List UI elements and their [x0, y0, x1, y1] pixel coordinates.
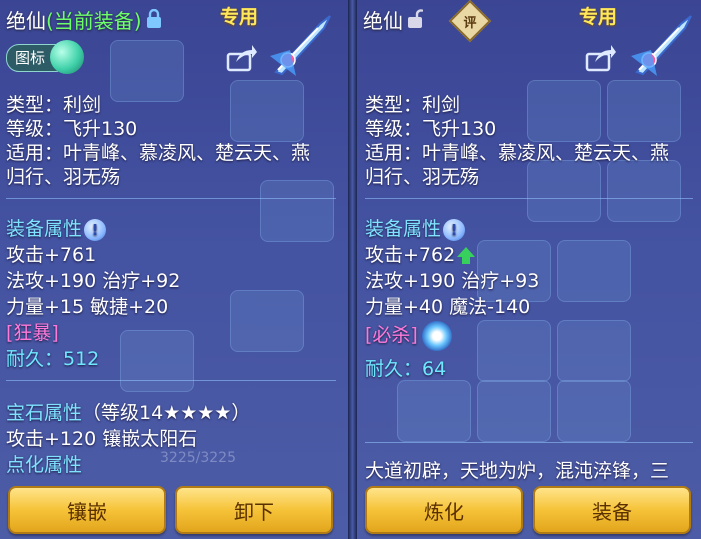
- level-line: 等级：飞升130: [6, 118, 138, 140]
- durability-line: 耐久：64: [365, 358, 447, 380]
- bg-slot: [557, 240, 631, 302]
- apply-line-2: 归行、羽无殇: [6, 166, 121, 188]
- left-item-panel: 3225/3225 绝仙 (当前装备) 专用 图标 类型：利剑 等级：飞升130 …: [0, 0, 348, 539]
- panel-divider: [348, 0, 357, 539]
- type-line: 类型：利剑: [365, 94, 461, 116]
- bg-slot: [527, 160, 601, 222]
- attr-header-label: 装备属性: [365, 218, 442, 240]
- gem-level: （等级14★★★★）: [82, 402, 251, 424]
- bg-hp-text: 3225/3225: [160, 450, 236, 466]
- bg-slot: [260, 180, 334, 242]
- attr-header: 装备属性!: [365, 214, 466, 241]
- magic-heal-line: 法攻+190 治疗+93: [365, 270, 540, 292]
- exclusive-badge: 专用: [579, 6, 618, 28]
- lock-icon[interactable]: [146, 8, 162, 29]
- item-title: 绝仙 (当前装备): [6, 4, 162, 34]
- refine-button[interactable]: 炼化: [365, 486, 523, 534]
- bg-slot: [557, 380, 631, 442]
- bg-slot: [120, 330, 194, 392]
- durability-line: 耐久：512: [6, 348, 100, 370]
- bg-slot: [607, 160, 681, 222]
- apply-line-1: 适用：叶青峰、慕凌风、楚云天、燕: [365, 142, 670, 164]
- type-line: 类型：利剑: [6, 94, 102, 116]
- remove-button[interactable]: 卸下: [175, 486, 333, 534]
- apply-line-2: 归行、羽无殇: [365, 166, 480, 188]
- magic-heal-line: 法攻+190 治疗+92: [6, 270, 181, 292]
- attr-header: 装备属性!: [6, 214, 107, 241]
- divider: [6, 198, 336, 199]
- attack-line: 攻击+761: [6, 244, 97, 266]
- str-agi-line: 力量+15 敏捷+20: [6, 296, 169, 318]
- divider: [365, 442, 693, 443]
- up-arrow-icon: [457, 246, 476, 264]
- weapon-sword-icon: [270, 15, 331, 76]
- dianhua-header: 点化属性: [6, 454, 83, 476]
- apply-line-1: 适用：叶青峰、慕凌风、楚云天、燕: [6, 142, 311, 164]
- special-skill: [狂暴]: [6, 322, 59, 344]
- gem-header-label: 宝石属性: [6, 402, 83, 424]
- right-item-panel: 绝仙 评 专用 类型：利剑 等级：飞升130 适用：叶青峰、慕凌风、楚云天、燕 …: [357, 0, 701, 539]
- bg-slot: [230, 80, 304, 142]
- special-skill: [必杀]: [365, 320, 452, 351]
- equip-button[interactable]: 装备: [533, 486, 691, 534]
- bg-slot: [397, 380, 471, 442]
- attack-line: 攻击+762: [365, 240, 476, 267]
- info-icon[interactable]: !: [443, 218, 466, 241]
- unlock-icon[interactable]: [407, 9, 424, 29]
- divider: [6, 380, 336, 381]
- bg-slot: [527, 80, 601, 142]
- share-icon[interactable]: [585, 44, 617, 72]
- bg-slot: [477, 320, 551, 382]
- divider: [365, 198, 693, 199]
- item-name: 绝仙: [6, 8, 46, 33]
- bg-slot: [557, 320, 631, 382]
- inlay-button[interactable]: 镶嵌: [8, 486, 166, 534]
- skill-icon[interactable]: [421, 320, 452, 351]
- exclusive-badge: 专用: [220, 6, 259, 28]
- level-line: 等级：飞升130: [365, 118, 497, 140]
- bg-slot: [230, 290, 304, 352]
- weapon-sword-icon: [631, 15, 692, 76]
- gem-header: 宝石属性（等级14★★★★）: [6, 398, 250, 425]
- share-icon[interactable]: [226, 44, 258, 72]
- special-skill-label: [必杀]: [365, 324, 418, 346]
- info-icon[interactable]: !: [84, 218, 107, 241]
- gem-attack-line: 攻击+120 镶嵌太阳石: [6, 428, 198, 450]
- bg-slot: [477, 380, 551, 442]
- bg-slot: [607, 80, 681, 142]
- item-name: 绝仙: [363, 8, 403, 33]
- orb-icon[interactable]: [50, 40, 84, 74]
- rating-badge[interactable]: 评: [448, 0, 492, 43]
- attack-value: 攻击+762: [365, 244, 456, 266]
- item-description: 大道初辟，天地为炉，混沌淬锋，三: [365, 460, 670, 482]
- current-equip-label: (当前装备): [46, 8, 142, 33]
- bg-slot: [110, 40, 184, 102]
- str-mag-line: 力量+40 魔法-140: [365, 296, 531, 318]
- attr-header-label: 装备属性: [6, 218, 83, 240]
- item-title: 绝仙: [363, 4, 424, 34]
